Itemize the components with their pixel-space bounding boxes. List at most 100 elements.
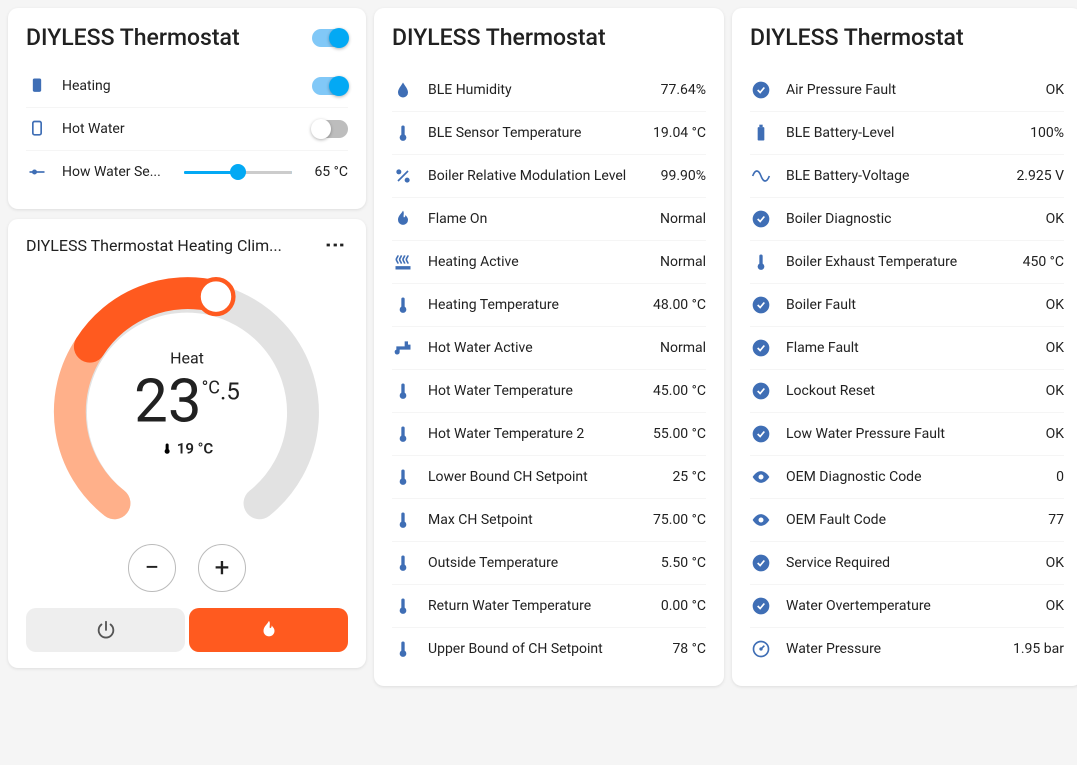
sensor-row[interactable]: OEM Fault Code 77 [750,498,1064,541]
more-icon[interactable]: ⋮ [324,235,348,256]
sine-icon [750,165,772,187]
temperature-dial[interactable]: Heat 23°C.5 19 °C [42,264,332,554]
sensors-card-2: DIYLESS Thermostat Air Pressure FaultOKB… [732,8,1077,686]
slider-icon [26,161,48,183]
sensor-row[interactable]: Upper Bound of CH Setpoint78 °C [392,627,706,670]
hotwater-slider[interactable] [184,171,292,174]
sensor-label: Boiler Fault [786,297,1032,313]
master-toggle[interactable] [312,29,348,47]
sensor-label: Boiler Relative Modulation Level [428,168,647,184]
therm-icon [392,122,414,144]
slider-label: How Water Se... [62,164,162,180]
therm-icon [392,466,414,488]
thermostat-switches-card: DIYLESS Thermostat Heating Hot Water How… [8,8,366,209]
heat-mode-button[interactable] [189,608,348,652]
sensor-row[interactable]: Return Water Temperature0.00 °C [392,584,706,627]
radiator-icon [392,251,414,273]
therm-icon [392,638,414,660]
sensor-row[interactable]: Hot Water Active Normal [392,326,706,369]
sensor-value: 19.04 °C [653,125,706,141]
sensor-value: 25 °C [672,469,706,485]
switch-row: Heating [26,65,348,107]
sensor-label: Low Water Pressure Fault [786,426,1032,442]
flame-icon [392,208,414,230]
switch-label: Hot Water [62,121,298,137]
sensor-row[interactable]: Boiler Diagnostic OK [750,197,1064,240]
sensor-row[interactable]: Air Pressure FaultOK [750,69,1064,111]
sensor-label: Hot Water Temperature 2 [428,426,639,442]
sensor-row[interactable]: Boiler FaultOK [750,283,1064,326]
sensor-value: OK [1046,383,1064,399]
sensor-row[interactable]: Boiler Relative Modulation Level 99.90% [392,154,706,197]
sensor-label: Boiler Exhaust Temperature [786,254,1009,270]
sensor-label: Max CH Setpoint [428,512,639,528]
sensor-row[interactable]: Hot Water Temperature45.00 °C [392,369,706,412]
sensor-value: 2.925 V [1016,168,1064,184]
sensor-value: OK [1046,555,1064,571]
sensor-row[interactable]: BLE Battery-Voltage 2.925 V [750,154,1064,197]
device-outline-icon [26,118,48,140]
sensor-value: Normal [660,340,706,356]
sensor-row[interactable]: Hot Water Temperature 255.00 °C [392,412,706,455]
sensor-row[interactable]: OEM Diagnostic Code0 [750,455,1064,498]
sensor-row[interactable]: Flame FaultOK [750,326,1064,369]
humidity-icon [392,79,414,101]
power-mode-button[interactable] [26,608,185,652]
gauge-icon [750,638,772,660]
sensor-row[interactable]: Heating ActiveNormal [392,240,706,283]
card-title: DIYLESS Thermostat [392,24,706,51]
sensor-label: Lockout Reset [786,383,1032,399]
sensor-value: 78 °C [672,641,706,657]
sensor-label: Lower Bound CH Setpoint [428,469,658,485]
sensor-label: Air Pressure Fault [786,82,1032,98]
sensor-row[interactable]: Lockout Reset OK [750,369,1064,412]
sensor-label: BLE Humidity [428,82,647,98]
sensor-label: OEM Fault Code [786,512,1034,528]
sensor-value: 450 °C [1023,254,1064,270]
sensor-value: 45.00 °C [653,383,706,399]
heating-toggle[interactable] [312,77,348,95]
device-filled-icon [26,75,48,97]
sensor-row[interactable]: Service Required OK [750,541,1064,584]
sensor-row[interactable]: Lower Bound CH Setpoint 25 °C [392,455,706,498]
sensor-value: Normal [660,211,706,227]
sensor-row[interactable]: BLE Humidity77.64% [392,69,706,111]
hotwater-toggle[interactable] [312,120,348,138]
therm-icon [392,423,414,445]
sensor-row[interactable]: Low Water Pressure FaultOK [750,412,1064,455]
therm-icon [392,509,414,531]
eye-icon [750,466,772,488]
check-icon [750,79,772,101]
sensor-label: Boiler Diagnostic [786,211,1032,227]
sensor-label: Water Pressure [786,641,999,657]
sensor-value: 99.90% [661,168,706,184]
sensor-label: Service Required [786,555,1032,571]
check-icon [750,423,772,445]
sensor-row[interactable]: BLE Battery-Level 100% [750,111,1064,154]
sensor-row[interactable]: Boiler Exhaust Temperature 450 °C [750,240,1064,283]
sensor-label: BLE Battery-Level [786,125,1016,141]
sensor-label: BLE Battery-Voltage [786,168,1002,184]
sensor-row[interactable]: Heating Temperature48.00 °C [392,283,706,326]
check-icon [750,294,772,316]
sensor-row[interactable]: BLE Sensor Temperature 19.04 °C [392,111,706,154]
sensor-row[interactable]: Water OvertemperatureOK [750,584,1064,627]
sensor-label: BLE Sensor Temperature [428,125,639,141]
sensor-value: 0 [1056,469,1064,485]
slider-row: How Water Se... 65 °C [26,150,348,193]
sensor-row[interactable]: Water Pressure1.95 bar [750,627,1064,670]
eye-icon [750,509,772,531]
check-icon [750,552,772,574]
sensor-label: Hot Water Active [428,340,646,356]
sensor-row[interactable]: Max CH Setpoint 75.00 °C [392,498,706,541]
target-temperature: 23°C.5 [134,372,240,432]
sensor-value: 75.00 °C [653,512,706,528]
sensor-row[interactable]: Flame On Normal [392,197,706,240]
sensor-value: 77 [1048,512,1064,528]
sensor-row[interactable]: Outside Temperature5.50 °C [392,541,706,584]
sensor-value: Normal [660,254,706,270]
sensors-card-1: DIYLESS Thermostat BLE Humidity77.64%BLE… [374,8,724,686]
sensor-value: 100% [1030,125,1064,141]
sensor-value: OK [1046,211,1064,227]
sensor-label: Flame On [428,211,646,227]
